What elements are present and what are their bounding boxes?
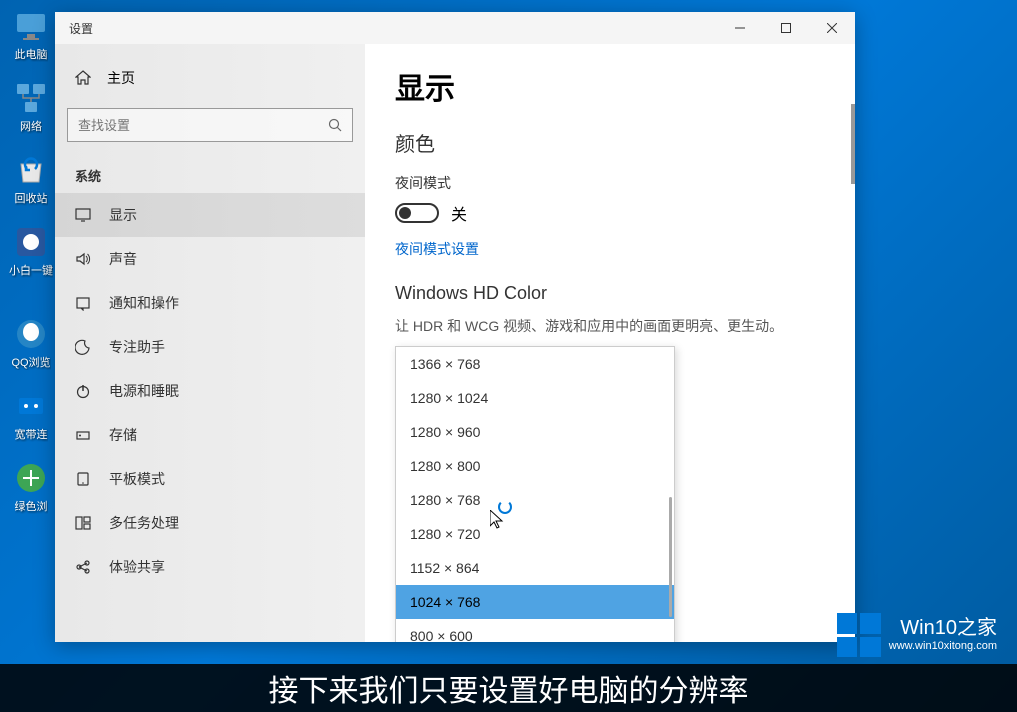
- desktop-icon-qq[interactable]: QQ浏览: [5, 316, 57, 370]
- focus-icon: [75, 339, 91, 355]
- content-area: 显示 颜色 夜间模式 关 夜间模式设置 Windows HD Color 让 H…: [365, 44, 855, 642]
- resolution-option[interactable]: 1280 × 800: [396, 449, 674, 483]
- storage-icon: [75, 427, 91, 443]
- browser-icon: [13, 460, 49, 496]
- close-button[interactable]: [809, 12, 855, 44]
- desktop-icon-recycle[interactable]: 回收站: [5, 152, 57, 206]
- multitask-icon: [75, 515, 91, 531]
- sidebar-item-multitask[interactable]: 多任务处理: [55, 501, 365, 545]
- desktop-icon-browser[interactable]: 绿色浏: [5, 460, 57, 514]
- sidebar-item-notifications[interactable]: 通知和操作: [55, 281, 365, 325]
- resolution-option-selected[interactable]: 1024 × 768: [396, 585, 674, 619]
- desktop-icon-network[interactable]: 网络: [5, 80, 57, 134]
- sound-icon: [75, 251, 91, 267]
- watermark: Win10之家 www.win10xitong.com: [837, 613, 997, 657]
- resolution-dropdown[interactable]: 1366 × 768 1280 × 1024 1280 × 960 1280 ×…: [395, 346, 675, 642]
- resolution-option[interactable]: 1366 × 768: [396, 347, 674, 381]
- color-heading: 颜色: [395, 128, 825, 157]
- hd-color-desc: 让 HDR 和 WCG 视频、游戏和应用中的画面更明亮、更生动。: [395, 316, 825, 336]
- resolution-option[interactable]: 1280 × 1024: [396, 381, 674, 415]
- loading-spinner-icon: [498, 500, 512, 514]
- search-box[interactable]: [67, 108, 353, 142]
- resolution-option[interactable]: 1280 × 960: [396, 415, 674, 449]
- sidebar-item-share[interactable]: 体验共享: [55, 545, 365, 589]
- computer-icon: [13, 8, 49, 44]
- desktop-icons: 此电脑 网络 回收站 小白一键 QQ浏览 宽带连 绿色浏: [5, 8, 57, 532]
- resolution-option[interactable]: 1152 × 864: [396, 551, 674, 585]
- minimize-button[interactable]: [717, 12, 763, 44]
- hd-color-heading: Windows HD Color: [395, 283, 825, 304]
- search-icon: [328, 118, 342, 132]
- page-title: 显示: [395, 64, 825, 108]
- resolution-option[interactable]: 1280 × 768: [396, 483, 674, 517]
- windows-logo-icon: [837, 613, 881, 657]
- desktop-icon-broadband[interactable]: 宽带连: [5, 388, 57, 442]
- recycle-icon: [13, 152, 49, 188]
- sidebar-item-display[interactable]: 显示: [55, 193, 365, 237]
- scrollbar[interactable]: [851, 104, 855, 184]
- window-title: 设置: [69, 20, 717, 37]
- tablet-icon: [75, 471, 91, 487]
- home-button[interactable]: 主页: [55, 58, 365, 98]
- titlebar: 设置: [55, 12, 855, 44]
- settings-window: 设置 主页 系统 显示: [55, 12, 855, 642]
- dropdown-scrollbar[interactable]: [669, 497, 672, 617]
- nightmode-settings-link[interactable]: 夜间模式设置: [395, 239, 825, 259]
- desktop-icon-computer[interactable]: 此电脑: [5, 8, 57, 62]
- search-input[interactable]: [78, 118, 328, 133]
- broadband-icon: [13, 388, 49, 424]
- home-icon: [75, 70, 91, 86]
- desktop-icon-xiaobai[interactable]: 小白一键: [5, 224, 57, 278]
- share-icon: [75, 559, 91, 575]
- nightmode-toggle[interactable]: [395, 203, 439, 223]
- notification-icon: [75, 295, 91, 311]
- app-icon-1: [13, 224, 49, 260]
- network-icon: [13, 80, 49, 116]
- qq-icon: [13, 316, 49, 352]
- resolution-option[interactable]: 1280 × 720: [396, 517, 674, 551]
- sidebar-item-power[interactable]: 电源和睡眠: [55, 369, 365, 413]
- sidebar-item-focus[interactable]: 专注助手: [55, 325, 365, 369]
- video-subtitle: 接下来我们只要设置好电脑的分辨率: [0, 664, 1017, 712]
- sidebar-item-sound[interactable]: 声音: [55, 237, 365, 281]
- power-icon: [75, 383, 91, 399]
- display-icon: [75, 207, 91, 223]
- sidebar-item-storage[interactable]: 存储: [55, 413, 365, 457]
- sidebar-item-tablet[interactable]: 平板模式: [55, 457, 365, 501]
- resolution-option[interactable]: 800 × 600: [396, 619, 674, 642]
- category-label: 系统: [55, 158, 365, 193]
- nightmode-label: 夜间模式: [395, 173, 825, 193]
- maximize-button[interactable]: [763, 12, 809, 44]
- nightmode-state: 关: [451, 201, 467, 225]
- sidebar: 主页 系统 显示 声音 通知和操作: [55, 44, 365, 642]
